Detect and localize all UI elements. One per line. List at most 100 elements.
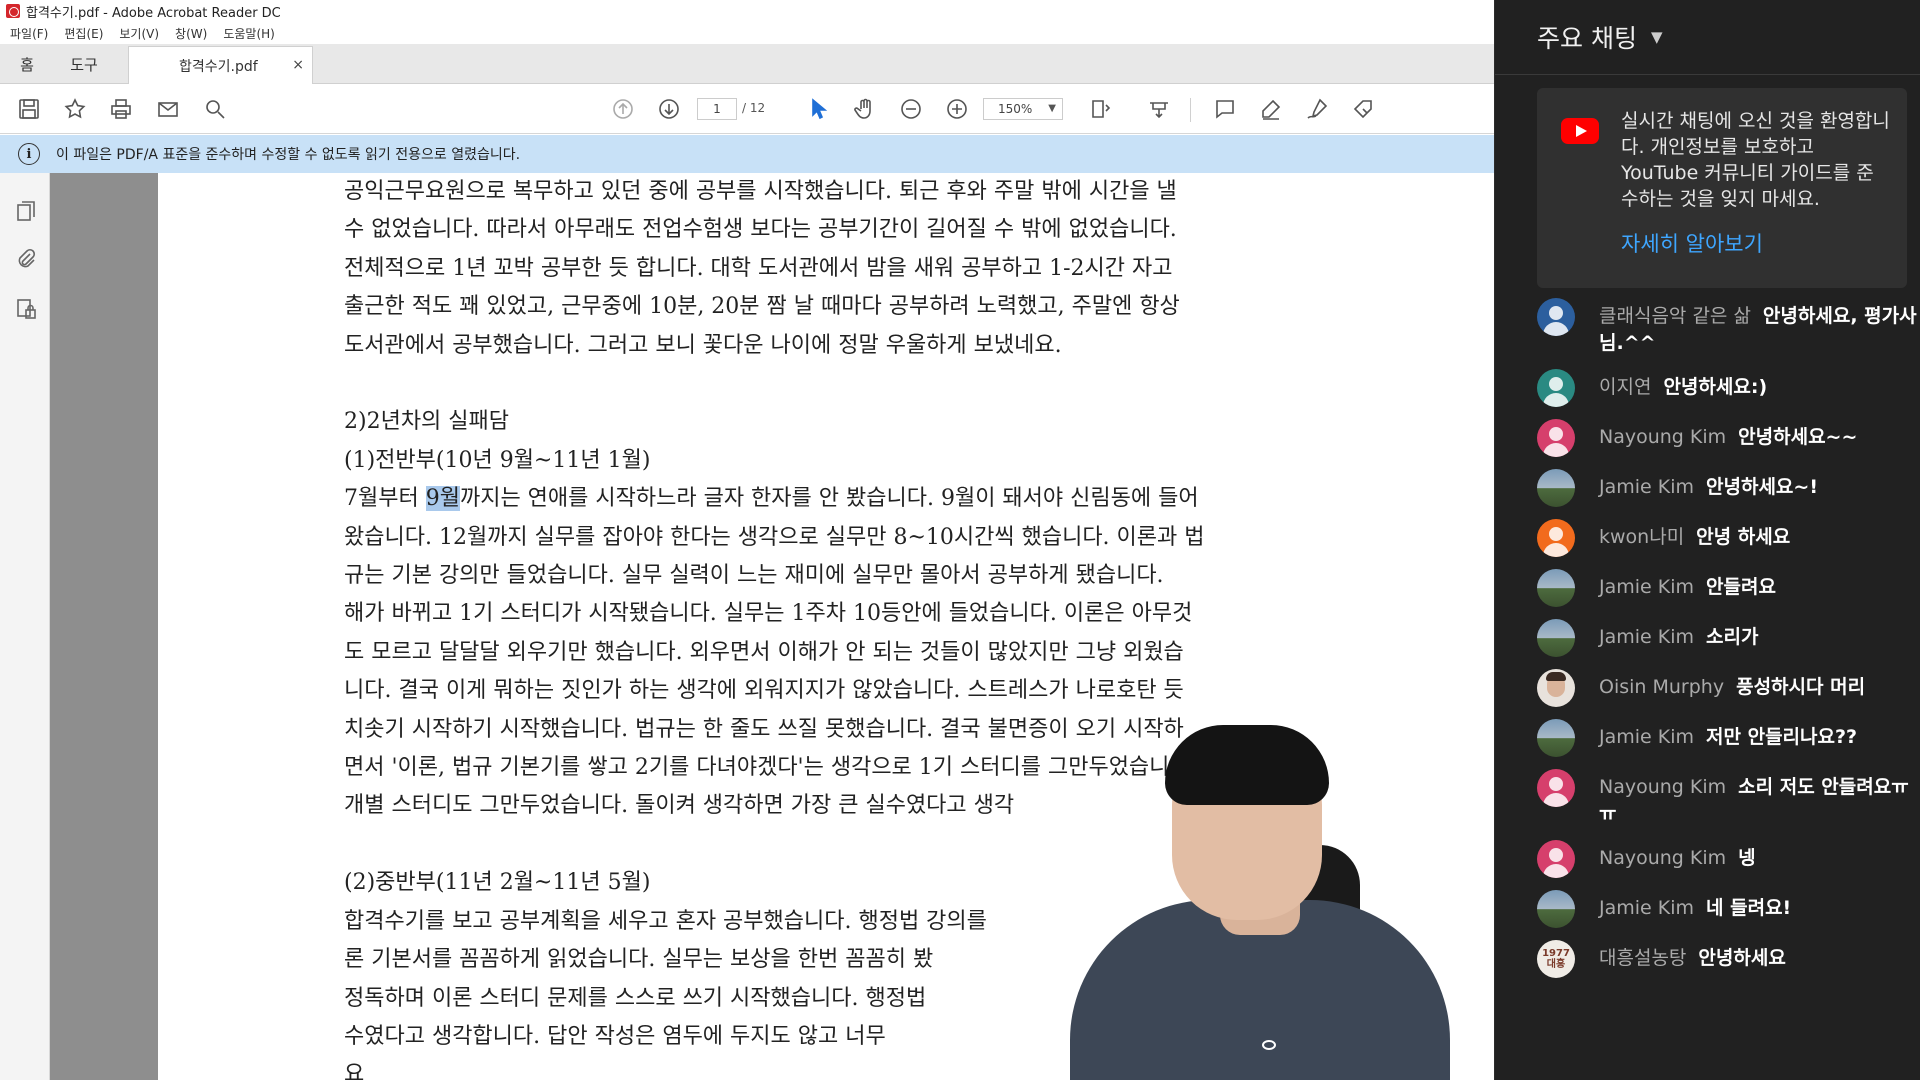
chat-message[interactable]: kwon나미 안녕 하세요 [1537,519,1917,557]
doc-line-after: 까지는 연애를 시작하느라 글자 한자를 안 봤습니다. 9월이 돼서야 신림동… [459,486,1199,512]
chat-message[interactable]: 클래식음악 같은 삶 안녕하세요, 평가사님.^^ [1537,298,1917,357]
avatar[interactable] [1537,619,1575,657]
text-selection[interactable]: 9월 [425,486,460,512]
chat-message-body: Jamie Kim 안들려요 [1599,569,1917,601]
chat-message[interactable]: 이지연 안녕하세요:) [1537,369,1917,407]
avatar-person-icon [1543,393,1569,407]
chat-mode-label: 주요 채팅 [1537,24,1637,53]
avatar[interactable] [1537,519,1575,557]
menu-edit[interactable]: 편집(E) [64,25,103,42]
avatar[interactable]: 1977 대흥 [1537,940,1575,978]
chat-message-body: Jamie Kim 안녕하세요~! [1599,469,1917,501]
zoom-select[interactable]: 150% ▼ [983,98,1063,120]
youtube-icon [1561,118,1599,144]
save-icon[interactable] [16,96,42,122]
avatar-person-icon [1549,848,1563,862]
avatar[interactable] [1537,769,1575,807]
chat-message[interactable]: Nayoung Kim 안녕하세요~~ [1537,419,1917,457]
zoom-out-icon[interactable] [898,96,924,122]
chat-message[interactable]: Nayoung Kim 넹 [1537,840,1917,878]
mail-icon[interactable] [155,96,181,122]
chat-message[interactable]: Jamie Kim 안녕하세요~! [1537,469,1917,507]
chat-author[interactable]: Jamie Kim [1599,726,1694,748]
page-thumbnails-icon[interactable] [14,199,38,223]
hand-tool-icon[interactable] [852,96,878,122]
avatar[interactable] [1537,469,1575,507]
menu-file[interactable]: 파일(F) [10,25,48,42]
security-lock-icon[interactable] [14,297,38,321]
tab-tools[interactable]: 도구 [54,44,114,84]
search-icon[interactable] [202,96,228,122]
info-message: 이 파일은 PDF/A 표준을 준수하며 수정할 수 없도록 읽기 전용으로 열… [56,147,521,163]
zoom-in-icon[interactable] [944,96,970,122]
page-number-input[interactable]: 1 [697,98,737,120]
chat-author[interactable]: Jamie Kim [1599,626,1694,648]
chat-message-list: 클래식음악 같은 삶 안녕하세요, 평가사님.^^ 이지연 안녕하세요:) Nayoun… [1537,298,1917,990]
avatar[interactable] [1537,719,1575,757]
comment-icon[interactable] [1212,96,1238,122]
chat-message[interactable]: Jamie Kim 네 들려요! [1537,890,1917,928]
chat-author[interactable]: Jamie Kim [1599,476,1694,498]
paperclip-icon[interactable] [14,247,38,271]
doc-line: 출근한 적도 꽤 있었고, 근무중에 10분, 20분 짬 날 때마다 공부하려… [344,294,1180,320]
avatar-person-icon [1543,322,1569,336]
chat-text: 안녕하세요~! [1706,476,1819,498]
page-down-icon[interactable] [656,96,682,122]
chat-text: 안녕하세요~~ [1738,426,1858,448]
scroll-mode-icon[interactable] [1146,96,1172,122]
star-icon[interactable] [62,96,88,122]
chat-message-body: Nayoung Kim 안녕하세요~~ [1599,419,1917,451]
doc-line: 수 없었습니다. 따라서 아무래도 전업수험생 보다는 공부기간이 길어질 수 … [344,217,1177,243]
menu-help[interactable]: 도움말(H) [223,25,275,42]
chat-author[interactable]: kwon나미 [1599,526,1684,548]
chat-message[interactable]: Nayoung Kim 소리 저도 안들려요ㅠㅠ [1537,769,1917,828]
print-icon[interactable] [108,96,134,122]
title-bar: 합격수기.pdf - Adobe Acrobat Reader DC [0,0,1494,22]
avatar[interactable] [1537,419,1575,457]
chat-author[interactable]: Nayoung Kim [1599,847,1726,869]
tab-close-icon[interactable]: × [292,57,304,73]
chat-author[interactable]: Nayoung Kim [1599,426,1726,448]
tag-tool-icon[interactable] [1350,96,1376,122]
chat-author[interactable]: 대흥설농탕 [1599,947,1686,969]
chat-welcome-card: 실시간 채팅에 오신 것을 환영합니다. 개인정보를 보호하고 YouTube … [1537,88,1907,288]
doc-line: 도서관에서 공부했습니다. 그러고 보니 꽃다운 나이에 정말 우울하게 보냈네… [344,332,1062,358]
learn-more-link[interactable]: 자세히 알아보기 [1621,228,1763,258]
chat-message-body: Nayoung Kim 소리 저도 안들려요ㅠㅠ [1599,769,1917,828]
sign-icon[interactable] [1304,96,1330,122]
chat-message-body: Oisin Murphy 풍성하시다 머리 [1599,669,1917,701]
avatar[interactable] [1537,669,1575,707]
chat-author[interactable]: Jamie Kim [1599,897,1694,919]
chat-text: 안녕하세요:) [1663,376,1768,398]
chat-author[interactable]: Nayoung Kim [1599,776,1726,798]
chat-author[interactable]: 클래식음악 같은 삶 [1599,305,1751,327]
tab-document[interactable]: 합격수기.pdf × [128,46,313,84]
chat-message[interactable]: 1977 대흥 대흥설농탕 안녕하세요 [1537,940,1917,978]
avatar-person-icon [1549,527,1563,541]
chat-author[interactable]: 이지연 [1599,376,1651,398]
toolbar: 1 / 12 150% ▼ [0,84,1494,134]
fit-page-icon[interactable] [1088,96,1114,122]
chat-author[interactable]: Oisin Murphy [1599,676,1724,698]
welcome-message: 실시간 채팅에 오신 것을 환영합니다. 개인정보를 보호하고 YouTube … [1621,110,1890,210]
chat-message[interactable]: Jamie Kim 안들려요 [1537,569,1917,607]
menu-view[interactable]: 보기(V) [119,25,159,42]
chat-message[interactable]: Jamie Kim 저만 안들리나요?? [1537,719,1917,757]
avatar[interactable] [1537,840,1575,878]
avatar[interactable] [1537,298,1575,336]
menu-window[interactable]: 창(W) [175,25,207,42]
page-up-icon[interactable] [610,96,636,122]
select-cursor-icon[interactable] [806,96,832,122]
avatar[interactable] [1537,569,1575,607]
avatar[interactable] [1537,369,1575,407]
chat-message[interactable]: Oisin Murphy 풍성하시다 머리 [1537,669,1917,707]
avatar[interactable] [1537,890,1575,928]
avatar-person-icon [1543,443,1569,457]
highlight-pen-icon[interactable] [1258,96,1284,122]
doc-subheading: (1)전반부(10년 9월~11년 1월) [344,447,651,473]
chat-header[interactable]: 주요 채팅 ▼ [1495,0,1920,75]
caret-down-icon[interactable]: ▼ [1651,28,1663,46]
tab-home[interactable]: 홈 [0,44,54,84]
chat-message[interactable]: Jamie Kim 소리가 [1537,619,1917,657]
chat-author[interactable]: Jamie Kim [1599,576,1694,598]
